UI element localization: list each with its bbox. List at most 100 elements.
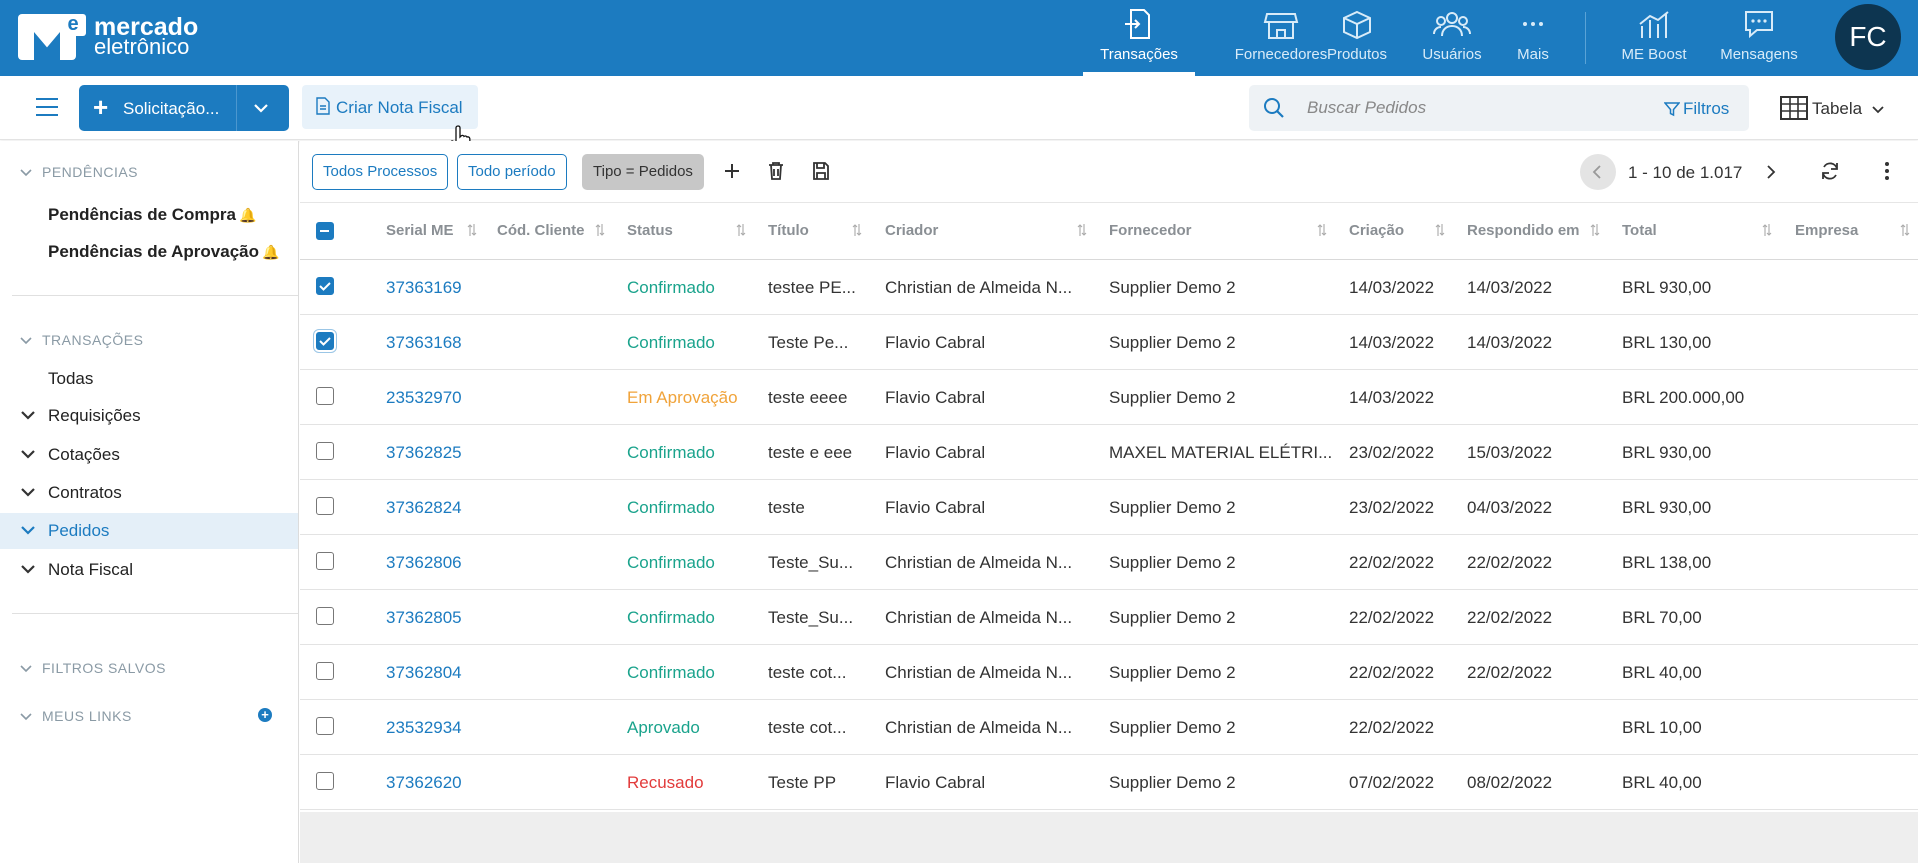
table-row[interactable]: 37363168 Confirmado Teste Pe... Flavio Cabr… [300, 315, 1918, 370]
table-row[interactable]: 23532970 Em Aprovação teste eeee Flavio Cab… [300, 370, 1918, 425]
next-page-button[interactable] [1752, 154, 1788, 190]
cell-status: Confirmado [627, 608, 715, 627]
nav-usuarios[interactable]: Usuários [1417, 0, 1487, 76]
refresh-icon[interactable] [1818, 159, 1842, 183]
table-row[interactable]: 37362825 Confirmado teste e eee Flavio Cabr… [300, 425, 1918, 480]
col-criador[interactable]: Criador [885, 222, 938, 239]
cell-serial-me[interactable]: 37363168 [386, 333, 462, 353]
row-checkbox[interactable] [316, 662, 334, 680]
col-fornecedor[interactable]: Fornecedor [1109, 222, 1192, 239]
cell-respondido-em: 22/02/2022 [1467, 553, 1553, 572]
cell-serial-me[interactable]: 37362804 [386, 663, 462, 683]
nav-me-boost[interactable]: ME Boost [1614, 0, 1694, 76]
row-checkbox[interactable] [316, 772, 334, 790]
row-checkbox[interactable] [316, 552, 334, 570]
sort-icon[interactable] [736, 223, 746, 237]
user-avatar[interactable]: FC [1835, 4, 1901, 70]
sidebar-item-cotacoes[interactable]: Cotações [0, 437, 298, 473]
chip-tipo-pedidos[interactable]: Tipo = Pedidos [582, 154, 704, 190]
view-mode-dropdown[interactable]: Tabela [1780, 96, 1889, 120]
col-cod-cliente[interactable]: Cód. Cliente [497, 222, 585, 239]
chip-todos-processos[interactable]: Todos Processos [312, 154, 449, 190]
table-row[interactable]: 37362824 Confirmado teste Flavio Cabral Supp… [300, 480, 1918, 535]
sidebar-item-requisicoes[interactable]: Requisições [0, 398, 298, 434]
sidebar-item-pendencias-aprovacao[interactable]: Pendências de Aprovação 🔔 [48, 242, 279, 262]
col-titulo[interactable]: Título [768, 222, 809, 239]
sort-icon[interactable] [1762, 223, 1772, 237]
trash-icon[interactable] [764, 159, 788, 183]
more-options-icon[interactable] [1875, 159, 1899, 183]
row-checkbox[interactable] [316, 717, 334, 735]
chip-todo-periodo[interactable]: Todo período [457, 154, 567, 190]
nav-produtos[interactable]: Produtos [1320, 0, 1394, 76]
sort-icon[interactable] [1590, 223, 1600, 237]
search-bar: Filtros [1249, 85, 1749, 131]
criar-nota-fiscal-button[interactable]: Criar Nota Fiscal [302, 85, 478, 129]
sidebar-header-transacoes[interactable]: TRANSAÇÕES [20, 332, 143, 348]
cell-serial-me[interactable]: 37362825 [386, 443, 462, 463]
chevron-down-icon [21, 450, 35, 459]
previous-page-button[interactable] [1580, 154, 1616, 190]
nav-mensagens[interactable]: Mensagens [1716, 0, 1802, 76]
table-row[interactable]: 37362805 Confirmado Teste_Su... Christian d… [300, 590, 1918, 645]
row-checkbox[interactable] [316, 277, 334, 295]
bell-icon: 🔔 [262, 244, 280, 260]
nav-mais[interactable]: Mais [1513, 0, 1553, 76]
nav-transacoes[interactable]: Transações [1083, 0, 1195, 76]
nova-solicitacao-button[interactable]: + Solicitação... [79, 85, 289, 131]
cell-serial-me[interactable]: 37362806 [386, 553, 462, 573]
table-row[interactable]: 37362620 Recusado Teste PP Flavio Cabral Sup… [300, 755, 1918, 810]
col-empresa[interactable]: Empresa [1795, 222, 1858, 239]
cell-respondido-em: 22/02/2022 [1467, 663, 1553, 682]
sidebar-header-filtros-salvos[interactable]: FILTROS SALVOS [20, 660, 166, 676]
col-respondido-em[interactable]: Respondido em [1467, 222, 1580, 239]
cell-serial-me[interactable]: 37362620 [386, 773, 462, 793]
sidebar-header-pendencias[interactable]: PENDÊNCIAS [20, 164, 138, 180]
add-link-icon[interactable]: + [258, 708, 272, 722]
sort-icon[interactable] [467, 223, 477, 237]
cell-serial-me[interactable]: 37363169 [386, 278, 462, 298]
sidebar-item-pedidos[interactable]: Pedidos [0, 513, 298, 549]
add-filter-icon[interactable] [720, 159, 744, 183]
col-criacao[interactable]: Criação [1349, 222, 1404, 239]
sidebar-item-todas[interactable]: Todas [48, 369, 93, 389]
row-checkbox[interactable] [316, 387, 334, 405]
sort-icon[interactable] [1317, 223, 1327, 237]
row-checkbox[interactable] [316, 497, 334, 515]
table-row[interactable]: 23532934 Aprovado teste cot... Christian de… [300, 700, 1918, 755]
table-row[interactable]: 37362806 Confirmado Teste_Su... Christian d… [300, 535, 1918, 590]
sort-icon[interactable] [1435, 223, 1445, 237]
mercado-eletronico-logo[interactable]: e mercado eletrônico [18, 14, 198, 60]
save-icon[interactable] [809, 159, 833, 183]
row-checkbox[interactable] [316, 332, 334, 350]
cell-serial-me[interactable]: 23532970 [386, 388, 462, 408]
cell-criador: Flavio Cabral [885, 443, 986, 462]
sidebar-item-nota-fiscal[interactable]: Nota Fiscal [0, 552, 298, 588]
sort-icon[interactable] [852, 223, 862, 237]
select-all-checkbox[interactable] [316, 222, 334, 240]
col-serial-me[interactable]: Serial ME [386, 222, 454, 239]
row-checkbox[interactable] [316, 607, 334, 625]
sort-icon[interactable] [595, 223, 605, 237]
cell-serial-me[interactable]: 37362805 [386, 608, 462, 628]
cell-total: BRL 10,00 [1622, 718, 1702, 737]
table-row[interactable]: 37362804 Confirmado teste cot... Christian … [300, 645, 1918, 700]
filtros-button[interactable]: Filtros [1663, 99, 1729, 119]
col-status[interactable]: Status [627, 222, 673, 239]
cell-serial-me[interactable]: 37362824 [386, 498, 462, 518]
hamburger-menu-icon[interactable] [36, 98, 58, 116]
sidebar-item-contratos[interactable]: Contratos [0, 475, 298, 511]
chevron-down-icon[interactable] [252, 99, 270, 117]
sort-icon[interactable] [1077, 223, 1087, 237]
cell-criador: Flavio Cabral [885, 333, 986, 352]
sidebar-item-pendencias-compra[interactable]: Pendências de Compra 🔔 [48, 205, 256, 225]
plus-icon: + [93, 92, 109, 122]
search-input[interactable] [1307, 95, 1607, 121]
table-row[interactable]: 37363169 Confirmado testee PE... Christian … [300, 260, 1918, 315]
cell-serial-me[interactable]: 23532934 [386, 718, 462, 738]
sidebar-header-meus-links[interactable]: MEUS LINKS [20, 708, 132, 724]
row-checkbox[interactable] [316, 442, 334, 460]
col-total[interactable]: Total [1622, 222, 1657, 239]
cell-titulo: Teste Pe... [768, 333, 849, 352]
sort-icon[interactable] [1900, 223, 1910, 237]
